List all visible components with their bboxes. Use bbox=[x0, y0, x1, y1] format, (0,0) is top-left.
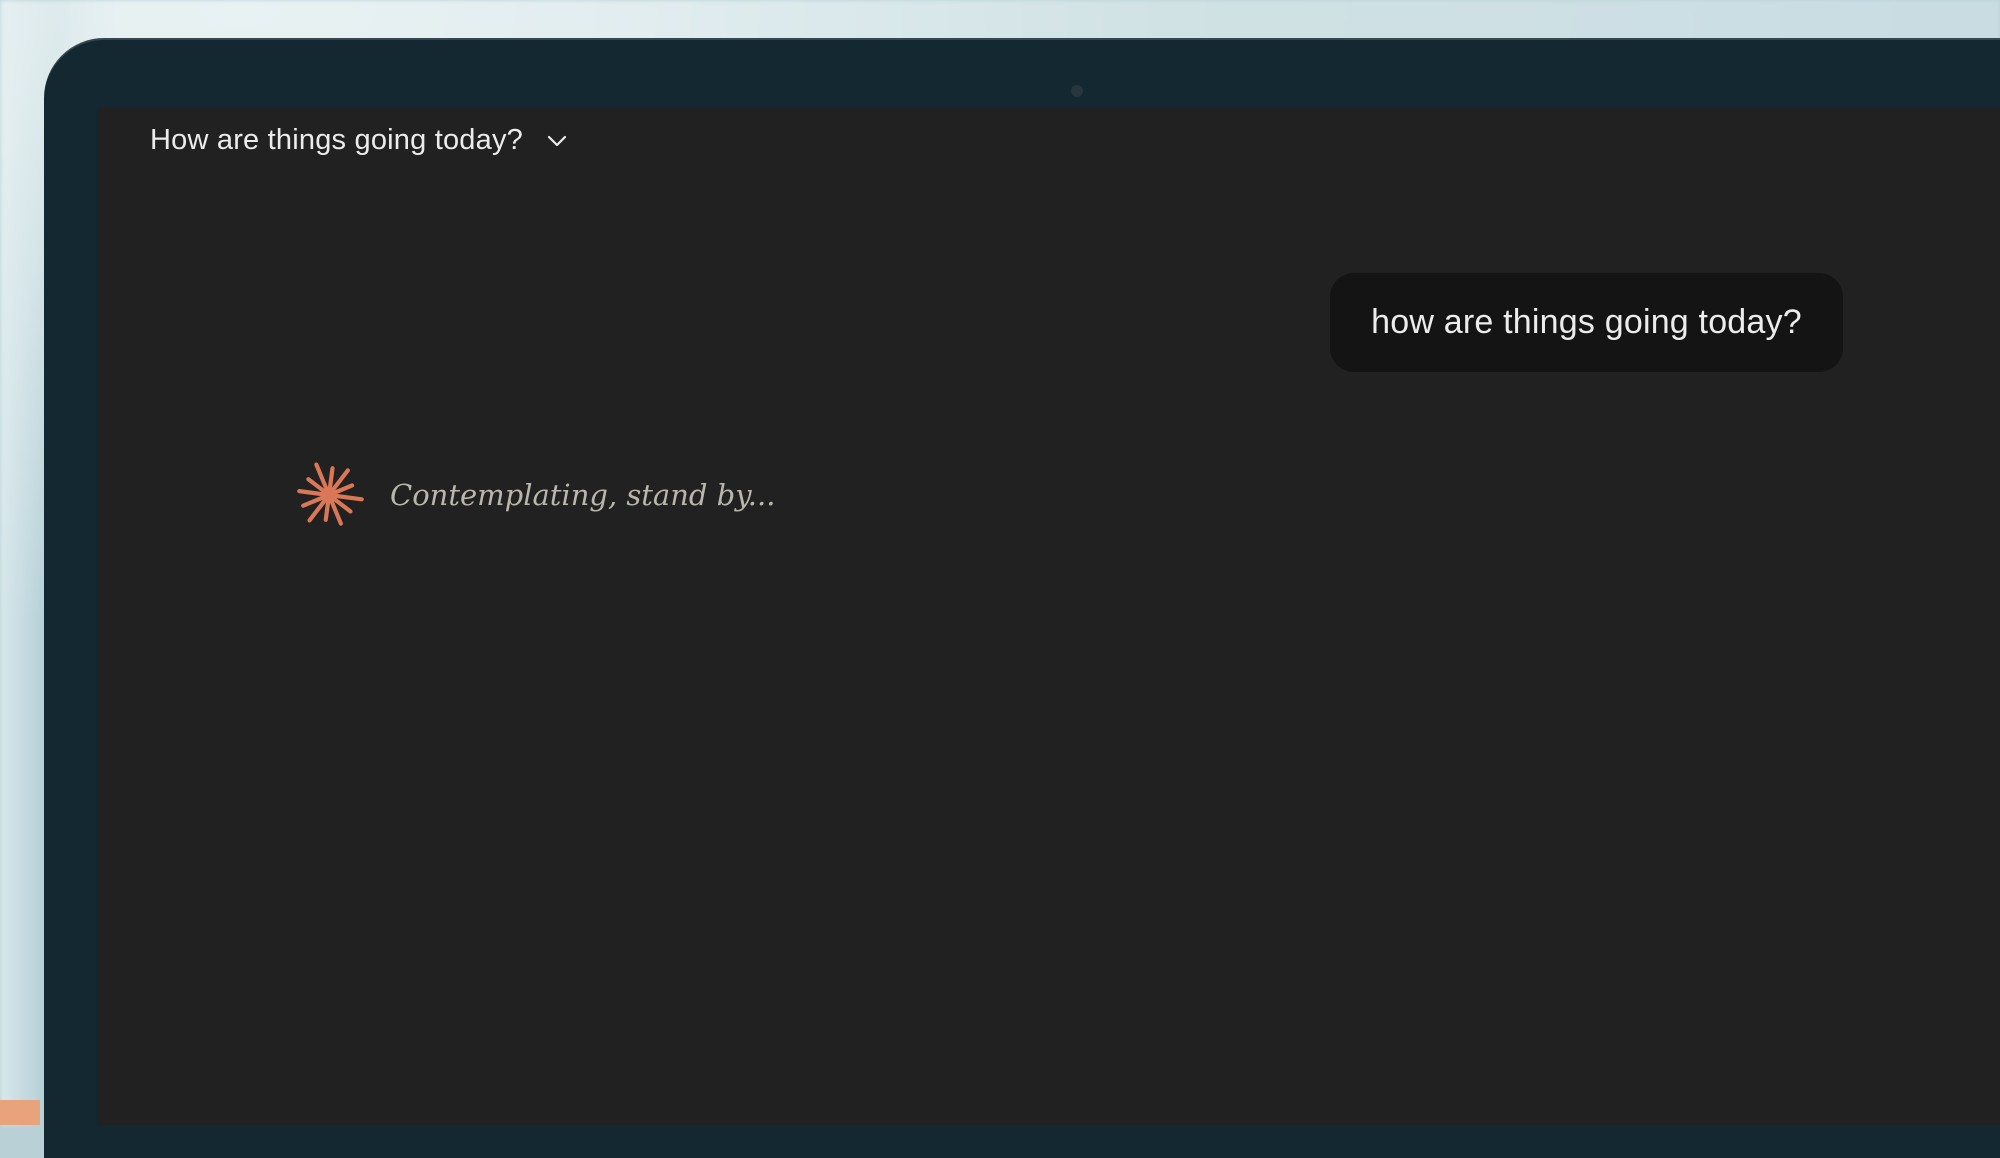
chevron-down-icon[interactable] bbox=[545, 129, 569, 153]
assistant-status-text: Contemplating, stand by... bbox=[390, 478, 776, 512]
user-message-bubble: how are things going today? bbox=[1330, 273, 1843, 372]
conversation-title-dropdown[interactable]: How are things going today? bbox=[150, 124, 569, 157]
spark-icon bbox=[294, 460, 364, 530]
camera-icon bbox=[1071, 85, 1083, 97]
background-object bbox=[0, 1100, 40, 1125]
conversation-title: How are things going today? bbox=[150, 124, 523, 156]
chat-window bbox=[97, 108, 2000, 1125]
assistant-thinking-indicator: Contemplating, stand by... bbox=[294, 460, 775, 530]
user-message-text: how are things going today? bbox=[1371, 303, 1802, 341]
